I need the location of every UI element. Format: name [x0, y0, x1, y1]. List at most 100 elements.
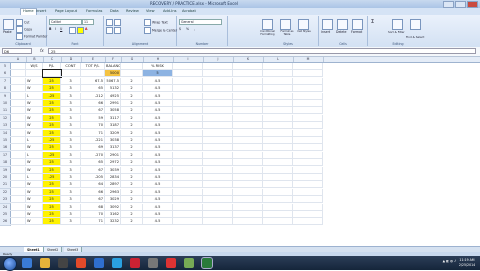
tot-pl-cell[interactable]: 65	[81, 85, 105, 93]
empty-cell[interactable]	[233, 144, 263, 152]
ie-icon[interactable]	[22, 258, 32, 268]
empty-cell[interactable]	[293, 174, 323, 181]
empty-cell[interactable]	[203, 85, 233, 93]
empty-cell[interactable]	[263, 137, 293, 144]
delete-cells-icon[interactable]	[337, 19, 348, 30]
tot-pl-cell[interactable]: 71	[81, 218, 105, 226]
empty-cell[interactable]	[293, 218, 323, 226]
empty-cell[interactable]	[10, 174, 26, 181]
empty-cell[interactable]	[263, 174, 293, 181]
empty-cell[interactable]	[203, 144, 233, 152]
empty-cell[interactable]	[293, 159, 323, 167]
merge-center-button[interactable]: Merge & Center	[144, 27, 177, 34]
empty-cell[interactable]	[203, 137, 233, 144]
ws-cell[interactable]: W	[26, 166, 43, 174]
tab-review[interactable]: Review	[126, 9, 139, 13]
empty-cell[interactable]	[233, 70, 263, 78]
empty-cell[interactable]	[173, 100, 203, 107]
r-cell[interactable]: 2	[121, 203, 143, 211]
r-cell[interactable]: 2	[121, 196, 143, 204]
empty-cell[interactable]	[263, 211, 293, 218]
tab-acrobat[interactable]: Acrobat	[182, 9, 196, 13]
ws-cell[interactable]: W	[26, 159, 43, 167]
empty-cell[interactable]	[263, 100, 293, 107]
tot-pl-cell[interactable]: 65	[81, 159, 105, 167]
balance-cell[interactable]: 4925	[105, 92, 121, 100]
ws-cell[interactable]: W	[26, 196, 43, 204]
tot-pl-cell[interactable]: 64	[81, 181, 105, 189]
network-app-icon[interactable]	[184, 258, 194, 268]
empty-cell[interactable]	[173, 63, 203, 70]
empty-cell[interactable]	[233, 203, 263, 211]
empty-cell[interactable]	[173, 196, 203, 204]
empty-cell[interactable]	[263, 151, 293, 159]
empty-cell[interactable]	[203, 77, 233, 85]
comma-icon[interactable]: ,	[194, 27, 195, 31]
clock[interactable]: 11:19 AM 2/25/2014	[456, 258, 478, 268]
cut-button[interactable]: Cut	[16, 19, 30, 26]
column-header-e[interactable]: E	[81, 57, 106, 62]
empty-cell[interactable]	[233, 174, 263, 181]
r-cell[interactable]: 2	[121, 166, 143, 174]
risk-cell[interactable]: 4.5	[143, 129, 173, 137]
r-cell[interactable]: 2	[121, 181, 143, 189]
align-middle-icon[interactable]	[114, 19, 121, 26]
balance-cell[interactable]: 3209	[105, 129, 121, 137]
pl-cell[interactable]	[42, 69, 62, 79]
r-cell[interactable]: 2	[121, 114, 143, 122]
empty-cell[interactable]	[263, 107, 293, 115]
empty-cell[interactable]	[233, 114, 263, 122]
empty-cell[interactable]	[203, 181, 233, 189]
tool-icon[interactable]	[148, 258, 158, 268]
skype-icon[interactable]	[112, 258, 122, 268]
acrobat-icon[interactable]	[166, 258, 176, 268]
column-label-cell[interactable]	[10, 63, 26, 70]
r-cell[interactable]	[121, 70, 143, 78]
format-table-icon[interactable]	[280, 19, 291, 30]
find-select-icon[interactable]	[410, 19, 421, 30]
pl-cell[interactable]: 25	[43, 77, 61, 85]
cont-cell[interactable]: 3	[61, 218, 81, 226]
empty-cell[interactable]	[233, 77, 263, 85]
cont-cell[interactable]: 3	[61, 122, 81, 130]
empty-cell[interactable]	[263, 70, 293, 78]
tot-pl-cell[interactable]: -212	[81, 92, 105, 100]
cont-cell[interactable]	[61, 70, 81, 78]
empty-cell[interactable]	[233, 100, 263, 107]
balance-cell[interactable]: 3039	[105, 166, 121, 174]
tot-pl-cell[interactable]: 67.5	[81, 77, 105, 85]
column-header-i[interactable]: I	[173, 57, 204, 62]
empty-cell[interactable]	[203, 114, 233, 122]
column-header-a[interactable]: A	[10, 57, 27, 62]
empty-cell[interactable]	[233, 92, 263, 100]
empty-cell[interactable]	[173, 137, 203, 144]
cont-cell[interactable]: 3	[61, 159, 81, 167]
media-player-icon[interactable]	[58, 258, 68, 268]
cont-cell[interactable]: 3	[61, 100, 81, 107]
ws-cell[interactable]: W	[26, 181, 43, 189]
italic-icon[interactable]: I	[55, 27, 56, 31]
pl-cell[interactable]: 25	[43, 144, 61, 152]
pl-cell[interactable]: 25	[43, 114, 61, 122]
empty-cell[interactable]	[173, 114, 203, 122]
empty-cell[interactable]	[173, 211, 203, 218]
empty-cell[interactable]	[10, 181, 26, 189]
empty-cell[interactable]	[293, 107, 323, 115]
column-label-cell[interactable]: CONT	[61, 63, 81, 70]
empty-cell[interactable]	[263, 203, 293, 211]
excel-icon[interactable]	[201, 257, 213, 269]
formula-input[interactable]: 25	[48, 48, 476, 54]
empty-cell[interactable]	[173, 70, 203, 78]
column-header-f[interactable]: F	[105, 57, 122, 62]
balance-cell[interactable]: 3117	[105, 114, 121, 122]
r-cell[interactable]: 2	[121, 92, 143, 100]
r-cell[interactable]: 2	[121, 159, 143, 167]
r-cell[interactable]: 2	[121, 137, 143, 144]
empty-cell[interactable]	[293, 129, 323, 137]
empty-cell[interactable]	[293, 77, 323, 85]
r-cell[interactable]: 2	[121, 188, 143, 196]
empty-cell[interactable]	[293, 203, 323, 211]
risk-cell[interactable]: 4.5	[143, 159, 173, 167]
empty-cell[interactable]	[293, 114, 323, 122]
empty-cell[interactable]	[233, 211, 263, 218]
